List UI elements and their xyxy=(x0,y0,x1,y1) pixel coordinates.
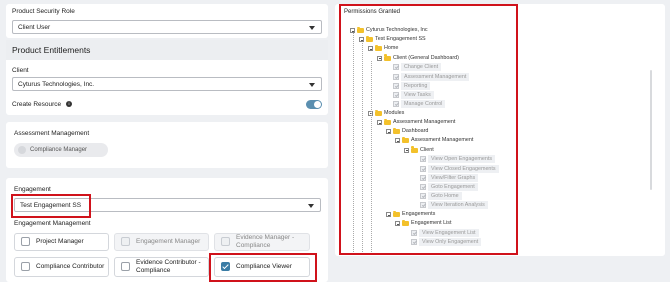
collapse-toggle-icon[interactable] xyxy=(395,221,400,227)
folder-icon xyxy=(366,35,373,43)
tree-node-label: Client (General Dashboard) xyxy=(393,54,459,61)
security-role-select[interactable]: Client User xyxy=(12,20,322,34)
leaf-checkbox[interactable] xyxy=(420,174,426,181)
chevron-down-icon xyxy=(309,83,315,87)
tree-guide-line xyxy=(370,61,372,252)
tree-leaf-label: Reporting xyxy=(401,81,431,90)
tree-leaf-label: View Closed Engagements xyxy=(428,164,499,173)
folder-icon xyxy=(384,118,391,125)
tree-leaf-label: Change Client xyxy=(401,63,442,72)
checkbox[interactable] xyxy=(21,237,30,246)
tree-leaf-label: View/Filter Graphs xyxy=(428,173,479,182)
checkbox-checked[interactable] xyxy=(221,262,230,271)
folder-icon xyxy=(357,26,364,33)
role-card-project-manager[interactable]: Project Manager xyxy=(14,233,109,251)
tree-leaf-label: Manage Control xyxy=(401,100,446,109)
collapse-toggle-icon[interactable] xyxy=(404,147,409,153)
permissions-title: Permissions Granted xyxy=(344,9,401,15)
tree-leaf-label: Goto Home xyxy=(428,192,462,201)
chevron-down-icon xyxy=(308,204,314,208)
leaf-checkbox[interactable] xyxy=(393,91,399,98)
tree-guide-line xyxy=(352,33,354,252)
info-icon: i xyxy=(65,101,72,108)
collapse-toggle-icon[interactable] xyxy=(368,46,373,52)
collapse-toggle-icon[interactable] xyxy=(377,120,382,125)
tree-node-label: Assessment Management xyxy=(393,119,456,125)
collapse-toggle-icon[interactable] xyxy=(395,138,400,144)
leaf-checkbox[interactable] xyxy=(420,193,426,200)
leaf-checkbox[interactable] xyxy=(411,229,417,236)
folder-icon xyxy=(402,137,409,144)
role-card-compliance-contributor[interactable]: Compliance Contributor xyxy=(14,257,109,277)
create-resource-toggle[interactable] xyxy=(306,100,322,109)
folder-icon xyxy=(411,146,418,153)
leaf-checkbox[interactable] xyxy=(393,64,399,71)
role-card-compliance-viewer[interactable]: Compliance Viewer xyxy=(214,257,310,277)
client-select[interactable]: Cyturus Technologies, Inc. xyxy=(12,77,322,91)
leaf-checkbox[interactable] xyxy=(393,73,399,80)
folder-icon xyxy=(375,45,382,52)
collapse-toggle-icon[interactable] xyxy=(359,37,364,43)
role-card-evidence-contributor[interactable]: Evidence Contributor - Compliance xyxy=(114,257,209,277)
leaf-checkbox[interactable] xyxy=(420,183,426,190)
tree-leaf-label: View Tasks xyxy=(401,90,434,99)
tree-node-label: Home xyxy=(384,45,399,52)
client-value: Cyturus Technologies, Inc. xyxy=(18,81,95,88)
role-card-evidence-manager[interactable]: Evidence Manager - Compliance xyxy=(214,233,310,251)
permissions-scrollbar[interactable] xyxy=(650,70,652,190)
folder-icon xyxy=(375,109,382,116)
security-role-panel: Product Security Role Client User xyxy=(6,4,328,38)
chevron-down-icon xyxy=(309,26,315,30)
folder-icon xyxy=(384,54,391,61)
collapse-toggle-icon[interactable] xyxy=(386,129,391,135)
leaf-checkbox[interactable] xyxy=(420,202,426,209)
engagement-value: Test Engagement SS xyxy=(20,202,82,209)
tree-leaf-label: View Iteration Analysis xyxy=(428,201,488,210)
client-label: Client xyxy=(12,67,29,74)
tree-leaf-label: Goto Engagement xyxy=(428,182,478,191)
tree-node-label: Client xyxy=(420,146,434,153)
leaf-checkbox[interactable] xyxy=(420,165,426,172)
folder-icon xyxy=(393,127,400,135)
checkbox[interactable] xyxy=(221,237,230,246)
engagement-label: Engagement xyxy=(14,186,51,193)
compliance-manager-chip[interactable]: Compliance Manager xyxy=(14,143,108,157)
create-resource-label: Create Resource i xyxy=(12,101,72,108)
tree-leaf-label: Assessment Management xyxy=(401,72,470,81)
security-role-label: Product Security Role xyxy=(12,8,75,15)
folder-icon xyxy=(402,219,409,227)
chip-radio xyxy=(18,146,26,154)
assessment-management-title: Assessment Management xyxy=(14,130,90,137)
folder-icon xyxy=(393,210,400,217)
tree-guide-line xyxy=(361,43,363,252)
leaf-checkbox[interactable] xyxy=(420,156,426,163)
tree-node-label: Engagement List xyxy=(411,220,452,227)
checkbox[interactable] xyxy=(121,262,130,271)
leaf-checkbox[interactable] xyxy=(393,82,399,89)
collapse-toggle-icon[interactable] xyxy=(386,212,391,217)
checkbox[interactable] xyxy=(121,237,130,246)
tree-leaf-label: View Engagement List xyxy=(419,228,479,237)
engagement-select[interactable]: Test Engagement SS xyxy=(14,198,321,212)
tree-node-label: Assessment Management xyxy=(411,137,474,144)
collapse-toggle-icon[interactable] xyxy=(377,55,382,61)
leaf-checkbox[interactable] xyxy=(393,101,399,108)
tree-node-label: Engagements xyxy=(402,211,436,217)
leaf-checkbox[interactable] xyxy=(411,239,417,246)
checkbox[interactable] xyxy=(21,262,30,271)
tree-node-label: Modules xyxy=(384,109,405,116)
tree-leaf-label: View Open Engagements xyxy=(428,155,496,164)
tree-node-label: Dashboard xyxy=(402,128,429,135)
role-card-engagement-manager[interactable]: Engagement Manager xyxy=(114,233,209,251)
security-role-value: Client User xyxy=(18,24,51,31)
tree-node-label: Cyturus Technologies, Inc xyxy=(366,27,428,33)
entitlements-header: Product Entitlements xyxy=(6,40,328,60)
engagement-management-label: Engagement Management xyxy=(14,220,91,227)
tree-leaf-label: View Only Engagement xyxy=(419,238,482,247)
tree-node-label: Test Engagement SS xyxy=(375,36,426,43)
